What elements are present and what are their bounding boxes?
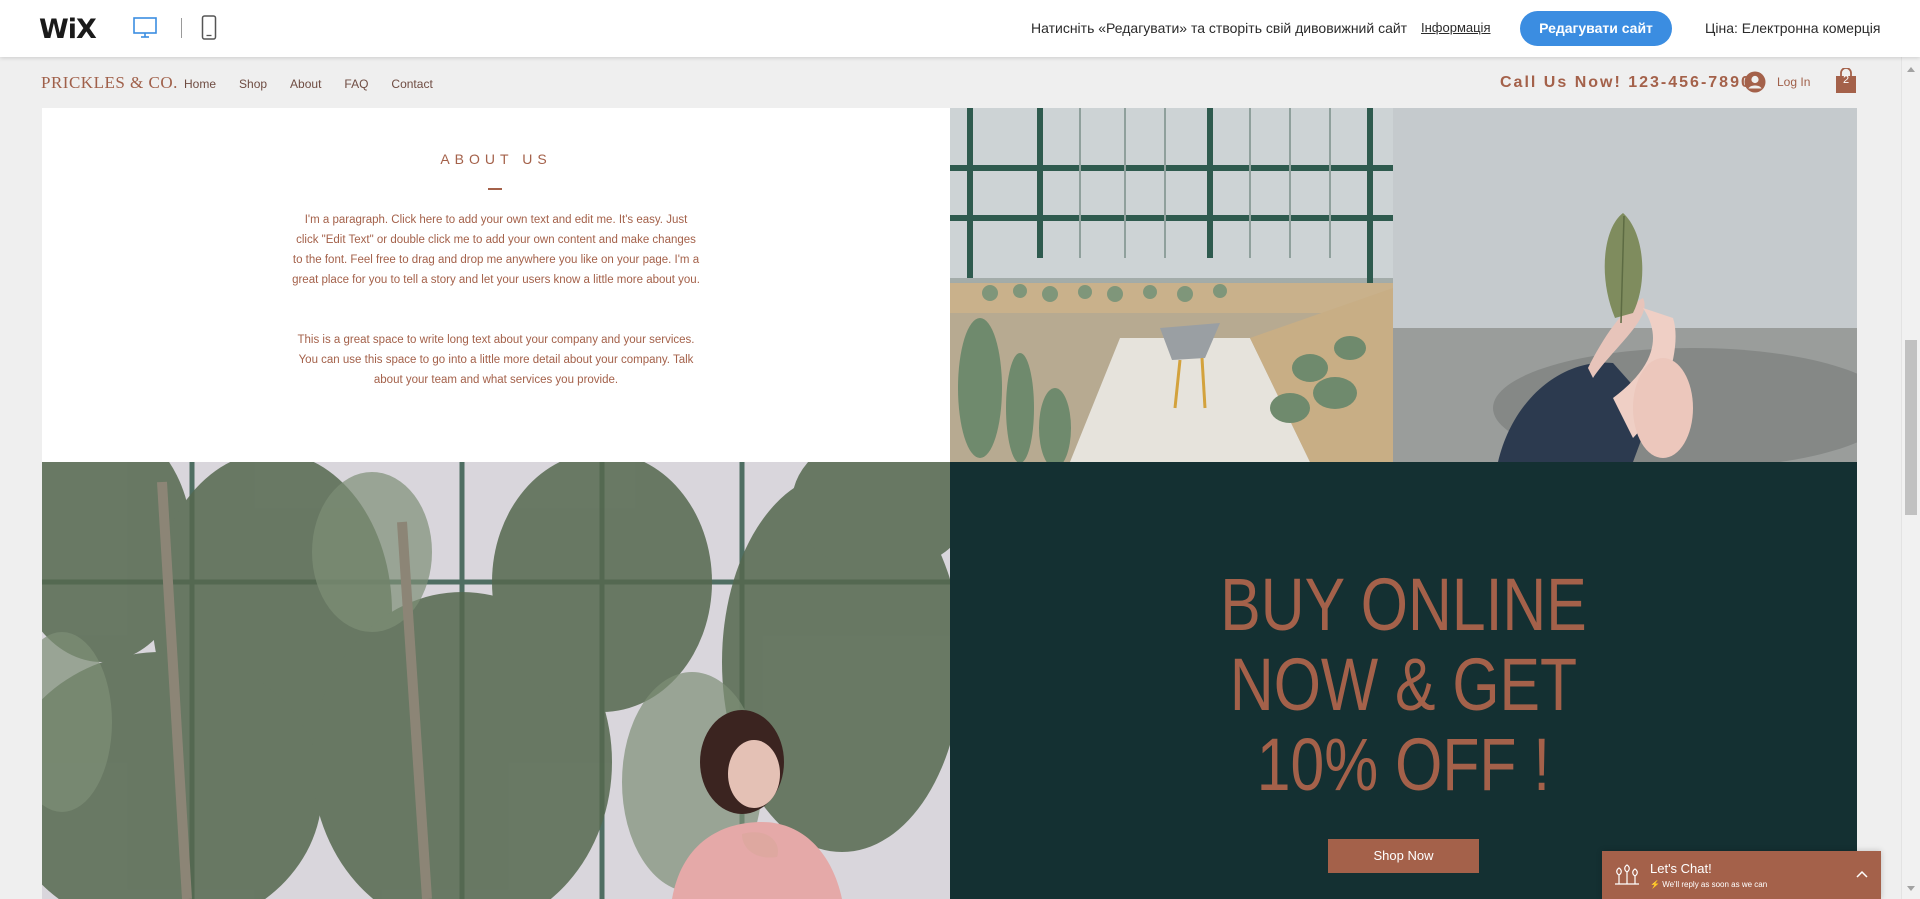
chat-title: Let's Chat! xyxy=(1650,861,1712,876)
cart-count-badge: 2 xyxy=(1842,74,1850,86)
chat-subtitle-text: We'll reply as soon as we can xyxy=(1662,880,1768,889)
nav-item-contact[interactable]: Contact xyxy=(391,77,432,91)
call-us-text: Call Us Now! 123-456-7890 xyxy=(1500,74,1752,91)
user-avatar-icon[interactable] xyxy=(1744,71,1766,93)
scroll-down-arrow-icon[interactable] xyxy=(1907,886,1915,891)
site-header: PRICKLES & CO. Home Shop About FAQ Conta… xyxy=(0,57,1901,108)
promo-section: BUY ONLINE NOW & GET 10% OFF ! Shop Now xyxy=(950,462,1857,899)
site-brand[interactable]: PRICKLES & CO. xyxy=(41,73,178,93)
promo-line-3: 10% OFF ! xyxy=(1256,723,1551,806)
scroll-thumb[interactable] xyxy=(1905,340,1917,515)
chat-plants-icon xyxy=(1615,864,1639,885)
promo-line-1: BUY ONLINE xyxy=(1220,563,1587,646)
scroll-up-arrow-icon[interactable] xyxy=(1907,67,1915,72)
page-scrollbar[interactable] xyxy=(1901,57,1920,899)
device-separator xyxy=(181,18,182,38)
wix-logo[interactable]: WiX xyxy=(39,14,97,45)
woman-in-greenhouse-image xyxy=(42,462,950,899)
mobile-view-icon[interactable] xyxy=(201,15,217,40)
nav-item-home[interactable]: Home xyxy=(184,77,216,91)
desktop-view-icon[interactable] xyxy=(133,17,157,39)
about-paragraph-2: This is a great space to write long text… xyxy=(297,334,695,386)
wix-top-bar: WiX Натисніть «Редагувати» та створіть с… xyxy=(0,0,1920,57)
greenhouse-cactus-image xyxy=(950,108,1393,462)
login-link[interactable]: Log In xyxy=(1777,75,1810,89)
shop-now-button[interactable]: Shop Now xyxy=(1328,839,1479,873)
nav-item-faq[interactable]: FAQ xyxy=(344,77,368,91)
chevron-up-icon[interactable] xyxy=(1856,869,1868,881)
hand-holding-leaf-image xyxy=(1393,108,1857,462)
about-title: ABOUT US xyxy=(440,151,552,167)
about-paragraph-1: I'm a paragraph. Click here to add your … xyxy=(292,214,700,286)
edit-site-button[interactable]: Редагувати сайт xyxy=(1520,11,1672,46)
nav-item-about[interactable]: About xyxy=(290,77,321,91)
wix-info-link[interactable]: Інформація xyxy=(1421,20,1491,35)
chat-subtitle: ⚡ We'll reply as soon as we can xyxy=(1650,880,1768,889)
about-section: ABOUT US I'm a paragraph. Click here to … xyxy=(42,108,950,462)
site-nav: Home Shop About FAQ Contact xyxy=(184,77,456,91)
wix-edit-message: Натисніть «Редагувати» та створіть свій … xyxy=(1031,20,1408,36)
promo-line-2: NOW & GET xyxy=(1229,643,1578,726)
chat-widget[interactable]: Let's Chat! ⚡ We'll reply as soon as we … xyxy=(1602,851,1881,899)
wix-price-label: Ціна: Електронна комерція xyxy=(1705,20,1881,36)
nav-item-shop[interactable]: Shop xyxy=(239,77,267,91)
promo-headline: BUY ONLINE NOW & GET 10% OFF ! xyxy=(1032,565,1776,805)
about-divider xyxy=(488,188,502,190)
